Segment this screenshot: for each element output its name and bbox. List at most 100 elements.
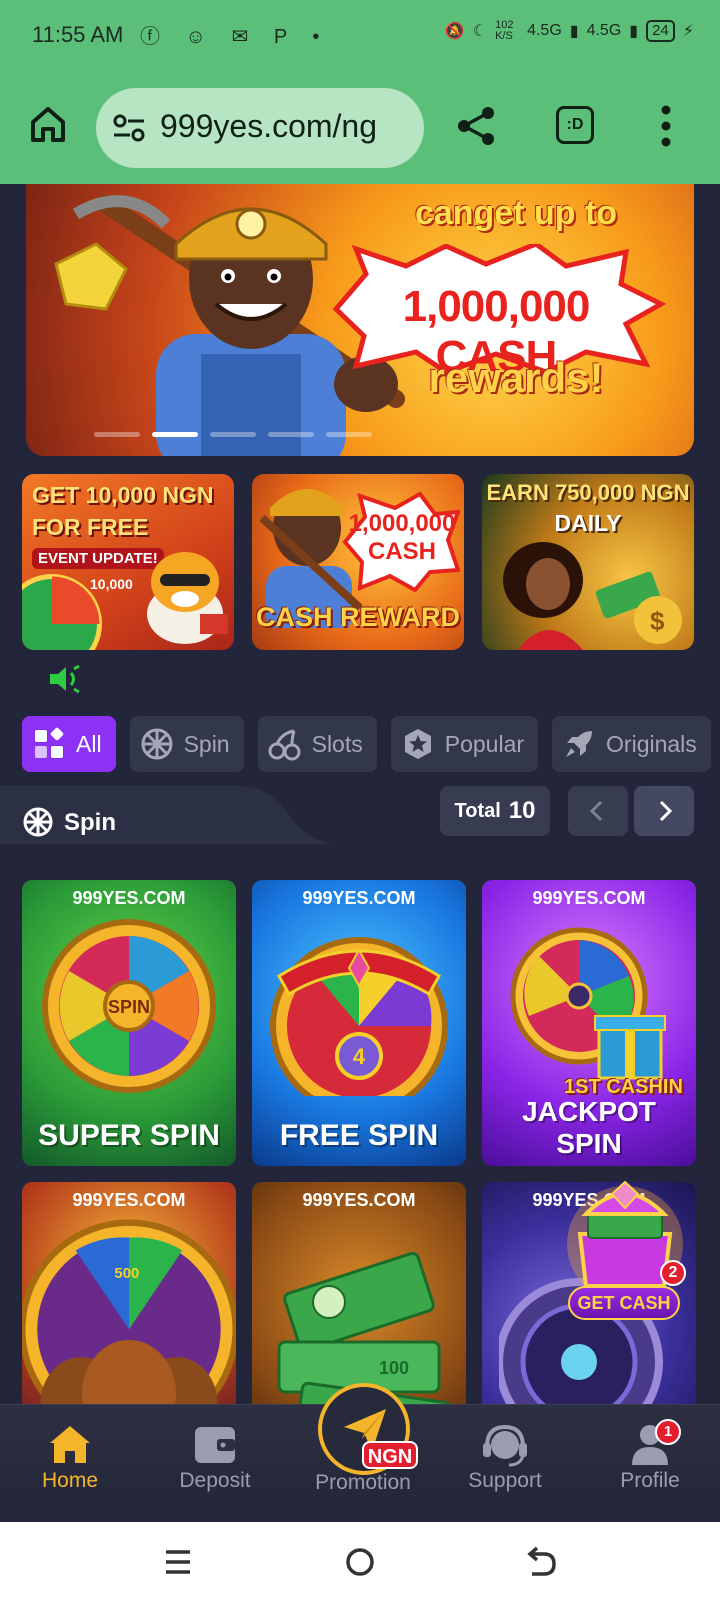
page-content: canget up to 1,000,000 CASH rewards! GET…: [0, 184, 720, 1404]
prize-wheel-illustration: [22, 574, 102, 650]
hero-line-3: rewards!: [428, 354, 604, 401]
next-page-button[interactable]: [634, 786, 694, 836]
signal-1: 4.5G: [527, 22, 562, 39]
tab-all-label: All: [76, 730, 102, 757]
nav-promotion-label: Promotion: [315, 1471, 411, 1494]
game-brand: 999YES.COM: [532, 888, 646, 908]
profile-notification-badge: 1: [655, 1419, 681, 1445]
recent-apps-icon[interactable]: [160, 1544, 196, 1580]
carousel-dot[interactable]: [268, 432, 314, 437]
nav-deposit-label: Deposit: [179, 1469, 251, 1492]
get-cash-label: GET CASH: [568, 1286, 680, 1320]
star-icon: [404, 729, 431, 759]
wallet-icon: [195, 1427, 235, 1463]
get-cash-floating-button[interactable]: GET CASH 2: [560, 1174, 690, 1320]
nav-profile[interactable]: 1 Profile: [585, 1405, 715, 1523]
charging-icon: ⚡: [682, 23, 694, 40]
bonus-wheel-art: SPIN: [42, 919, 216, 1093]
buffalo-wheel-art: 500: [22, 1219, 236, 1404]
tab-all[interactable]: All: [22, 716, 116, 772]
game-brand: 999YES.COM: [302, 1190, 416, 1210]
tab-spin-label: Spin: [183, 730, 230, 757]
wheel-icon: [141, 728, 173, 760]
battery-level: 24: [646, 20, 675, 42]
tiger-mascot-illustration: [147, 552, 228, 644]
game-name: SUPER SPIN: [38, 1119, 220, 1152]
previous-page-button[interactable]: [568, 786, 628, 836]
promo-3-line-2: DAILY: [554, 510, 622, 536]
promo-tile-cash-reward[interactable]: 1,000,000 CASH CASH REWARD: [252, 474, 464, 650]
nav-promotion[interactable]: NGN Promotion: [298, 1383, 428, 1523]
browser-toolbar: 999yes.com/ng :D: [0, 72, 720, 184]
carousel-dot[interactable]: [94, 432, 140, 437]
hero-banner[interactable]: canget up to 1,000,000 CASH rewards!: [26, 184, 694, 456]
tab-slots-label: Slots: [311, 730, 363, 757]
wheel-icon: [23, 807, 53, 837]
promo-tile-earn-daily[interactable]: EARN 750,000 NGN DAILY $: [482, 474, 694, 650]
signal-icon: ▮: [629, 23, 639, 40]
back-icon[interactable]: [522, 1544, 558, 1580]
chevron-right-icon: [659, 800, 673, 822]
more-menu-icon[interactable]: [660, 102, 672, 150]
total-count: Total 10: [440, 786, 550, 836]
promo-2-line-1: 1,000,000: [348, 510, 456, 537]
nav-support[interactable]: Support: [440, 1405, 570, 1523]
signal-icon: ▮: [569, 23, 579, 40]
game-brand: 999YES.COM: [302, 888, 416, 908]
notification-icons: ⓕ ☺ ✉ P •: [140, 26, 330, 48]
svg-text:100: 100: [379, 1358, 409, 1378]
bottom-navigation: Home Deposit NGN Promotion Support 1 Pro…: [0, 1383, 720, 1523]
free-spin-wheel-art: 4: [270, 937, 448, 1096]
carousel-dot[interactable]: [326, 432, 372, 437]
network-speed: 102 K/S: [495, 19, 514, 42]
jackpot-wheel-art: [510, 927, 666, 1080]
headset-icon: [483, 1424, 527, 1467]
tab-spin[interactable]: Spin: [129, 716, 244, 772]
nav-deposit[interactable]: Deposit: [150, 1405, 280, 1523]
share-icon[interactable]: [454, 104, 498, 148]
game-card-super-spin[interactable]: 999YES.COM SPIN SUPER SPIN: [22, 880, 236, 1166]
woman-with-cash-illustration: $: [503, 542, 682, 650]
carousel-indicators[interactable]: [94, 432, 372, 437]
home-icon[interactable]: [28, 104, 68, 144]
promo-1-line-2: FOR FREE: [32, 514, 149, 540]
game-card-buffalo[interactable]: 999YES.COM 500: [22, 1182, 236, 1404]
game-brand: 999YES.COM: [72, 888, 186, 908]
rocket-icon: [566, 731, 593, 757]
promo-2-line-3: CASH REWARD: [255, 602, 460, 632]
address-bar[interactable]: 999yes.com/ng: [96, 88, 424, 168]
svg-text:4: 4: [353, 1044, 366, 1069]
tab-switcher-button[interactable]: :D: [556, 106, 594, 144]
game-name: JACKPOT SPIN: [522, 1096, 656, 1159]
system-navigation-bar: [0, 1522, 720, 1600]
carousel-dot-active[interactable]: [152, 432, 198, 437]
get-cash-badge: 2: [660, 1260, 686, 1286]
section-header: Spin Total 10: [0, 786, 720, 844]
tab-originals[interactable]: Originals: [552, 716, 711, 772]
grid-icon: [35, 727, 64, 758]
promo-tile-free-ngn[interactable]: GET 10,000 NGN FOR FREE EVENT UPDATE! 10…: [22, 474, 234, 650]
chevron-left-icon: [589, 800, 603, 822]
total-label: Total: [454, 799, 501, 822]
moon-icon: ☾: [472, 23, 488, 40]
tab-popular[interactable]: Popular: [390, 716, 539, 772]
home-circle-icon[interactable]: [342, 1544, 378, 1580]
total-value: 10: [508, 797, 536, 824]
tab-originals-label: Originals: [606, 730, 697, 757]
game-card-free-spin[interactable]: 999YES.COM 4 FREE SPIN: [252, 880, 466, 1166]
status-right: 🔕 ☾ 102 K/S 4.5G ▮ 4.5G ▮ 24 ⚡: [445, 20, 694, 42]
game-brand: 999YES.COM: [72, 1190, 186, 1210]
nav-home[interactable]: Home: [5, 1405, 135, 1523]
game-card-cash-stack[interactable]: 999YES.COM 100: [252, 1182, 466, 1404]
tab-slots[interactable]: Slots: [257, 716, 377, 772]
nav-support-label: Support: [468, 1469, 542, 1492]
nav-home-label: Home: [41, 1469, 99, 1492]
sound-on-icon[interactable]: [48, 664, 82, 694]
mute-icon: 🔕: [444, 23, 465, 40]
promo-1-line-1: GET 10,000 NGN: [32, 482, 214, 508]
game-card-jackpot-spin[interactable]: 999YES.COM 1ST CASHIN JACKPOT SPIN: [482, 880, 696, 1166]
carousel-dot[interactable]: [210, 432, 256, 437]
url-text[interactable]: 999yes.com/ng: [160, 108, 410, 145]
svg-text:$: $: [650, 606, 665, 636]
site-settings-icon[interactable]: [112, 114, 146, 142]
